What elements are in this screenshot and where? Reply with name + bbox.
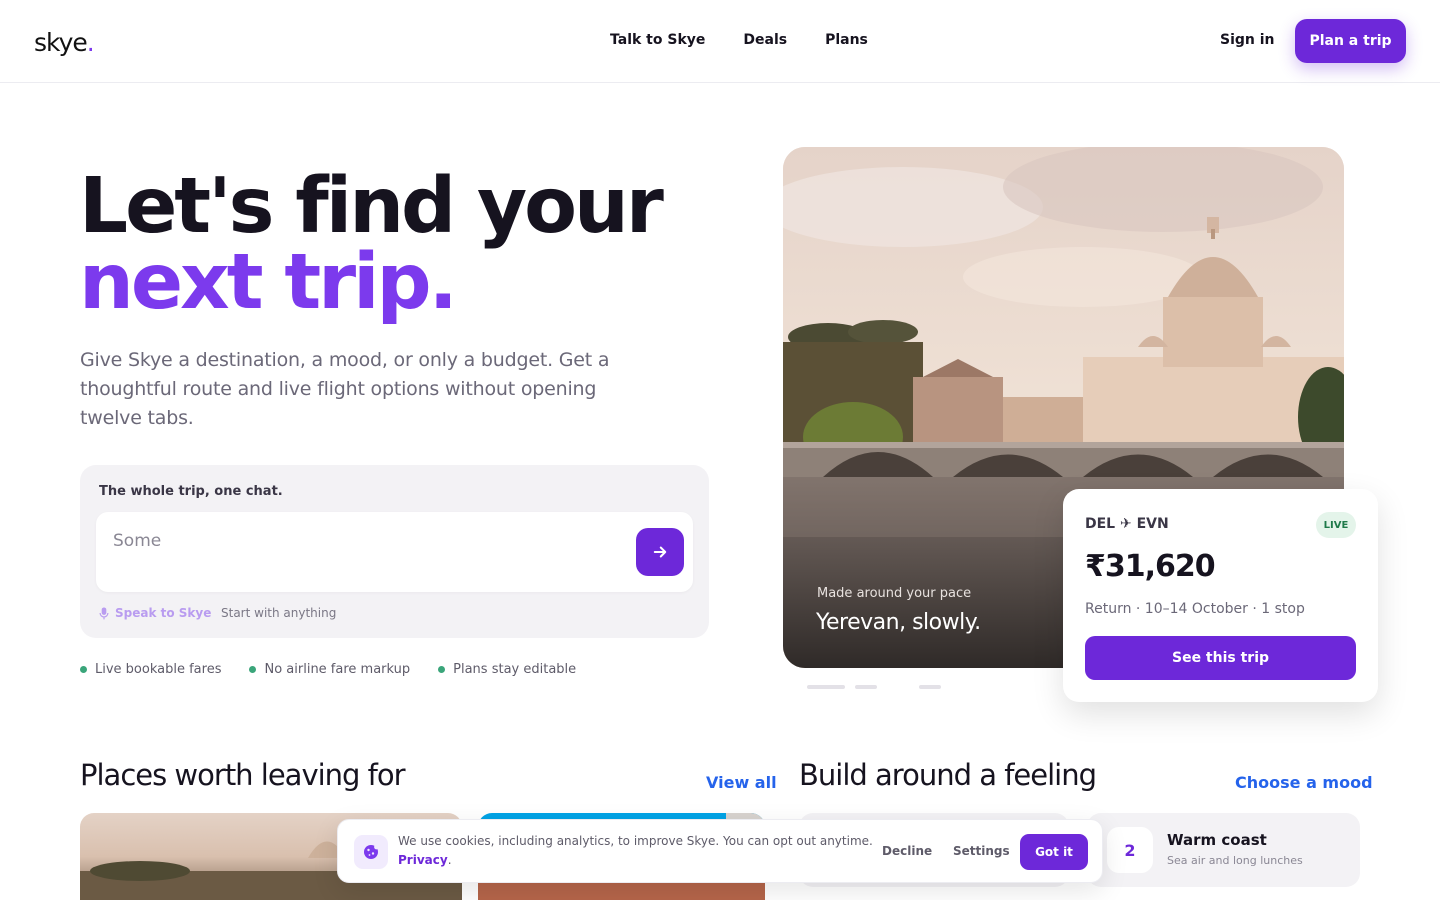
view-all-link[interactable]: View all	[706, 773, 777, 792]
choose-a-mood-link[interactable]: Choose a mood	[1235, 773, 1373, 792]
chat-input-value[interactable]: Some	[113, 531, 161, 551]
mood-card-warm-coast[interactable]: 2 Warm coast Sea air and long lunches	[1087, 813, 1360, 887]
hero-title-line2: next trip.	[79, 238, 458, 327]
nav-talk-to-skye[interactable]: Talk to Skye	[610, 32, 705, 48]
sign-in-link[interactable]: Sign in	[1220, 32, 1275, 48]
nav-plans[interactable]: Plans	[825, 32, 868, 48]
trip-route: DEL ✈ EVN	[1085, 516, 1169, 532]
mood-subtitle: Sea air and long lunches	[1167, 854, 1303, 867]
privacy-link[interactable]: Privacy	[398, 853, 448, 867]
photo-caption-small: Made around your pace	[817, 586, 972, 601]
chat-panel: The whole trip, one chat. Some Speak to …	[80, 465, 709, 638]
carousel-indicators	[807, 685, 941, 689]
accept-cookies-button[interactable]: Got it	[1020, 834, 1088, 870]
cookie-banner: We use cookies, including analytics, to …	[337, 819, 1103, 883]
decline-button[interactable]: Decline	[882, 844, 932, 858]
speak-to-skye-button[interactable]: Speak to Skye	[99, 606, 211, 620]
top-navigation-bar: skye. Talk to Skye Deals Plans Sign in P…	[0, 0, 1440, 83]
cookie-icon	[354, 835, 388, 869]
green-dot-icon	[249, 666, 257, 673]
plan-a-trip-button[interactable]: Plan a trip	[1295, 19, 1406, 63]
carousel-dot[interactable]	[855, 685, 877, 689]
feature-label: No airline fare markup	[264, 662, 411, 677]
carousel-dot-active[interactable]	[807, 685, 845, 689]
feature-list: Live bookable fares No airline fare mark…	[80, 662, 604, 677]
feature-item: Live bookable fares	[80, 662, 221, 677]
feature-label: Live bookable fares	[95, 662, 222, 677]
chat-hint: Start with anything	[221, 606, 337, 620]
cookie-period: .	[447, 853, 452, 867]
trip-offer-card: DEL ✈ EVN LIVE ₹31,620 Return · 10–14 Oc…	[1063, 489, 1378, 702]
places-section-title: Places worth leaving for	[80, 758, 406, 792]
logo-dot: .	[86, 28, 95, 57]
moods-section-title: Build around a feeling	[799, 758, 1097, 792]
logo-text[interactable]: skye	[34, 28, 88, 57]
cookie-link-line: Privacy.	[398, 853, 452, 867]
green-dot-icon	[80, 666, 87, 673]
chat-input[interactable]: Some	[96, 512, 693, 592]
nav-deals[interactable]: Deals	[743, 32, 787, 48]
cookie-message: We use cookies, including analytics, to …	[398, 834, 873, 848]
send-button[interactable]	[636, 528, 684, 576]
speak-label[interactable]: Speak to Skye	[115, 606, 211, 620]
mood-title: Warm coast	[1167, 831, 1267, 849]
carousel-dot[interactable]	[887, 685, 909, 689]
photo-caption-large: Yerevan, slowly.	[816, 610, 981, 635]
skye-logo[interactable]: skye.	[34, 28, 95, 57]
arrow-right-icon	[653, 546, 667, 558]
main-nav: Talk to Skye Deals Plans	[610, 32, 868, 48]
mood-number: 2	[1107, 827, 1153, 873]
trip-price: ₹31,620	[1085, 549, 1216, 584]
live-badge: LIVE	[1316, 512, 1356, 538]
hero-subtitle: Give Skye a destination, a mood, or only…	[80, 349, 610, 429]
cookie-settings-button[interactable]: Settings	[953, 844, 1010, 858]
see-this-trip-button[interactable]: See this trip	[1085, 636, 1356, 680]
feature-item: Plans stay editable	[438, 662, 576, 677]
microphone-icon	[99, 606, 109, 619]
hero-title-line1: Let's find your	[79, 162, 664, 251]
feature-item: No airline fare markup	[249, 662, 410, 677]
trip-details: Return · 10–14 October · 1 stop	[1085, 601, 1305, 617]
chat-label: The whole trip, one chat.	[99, 484, 283, 499]
feature-label: Plans stay editable	[453, 662, 577, 677]
green-dot-icon	[438, 666, 446, 673]
carousel-dot[interactable]	[919, 685, 941, 689]
